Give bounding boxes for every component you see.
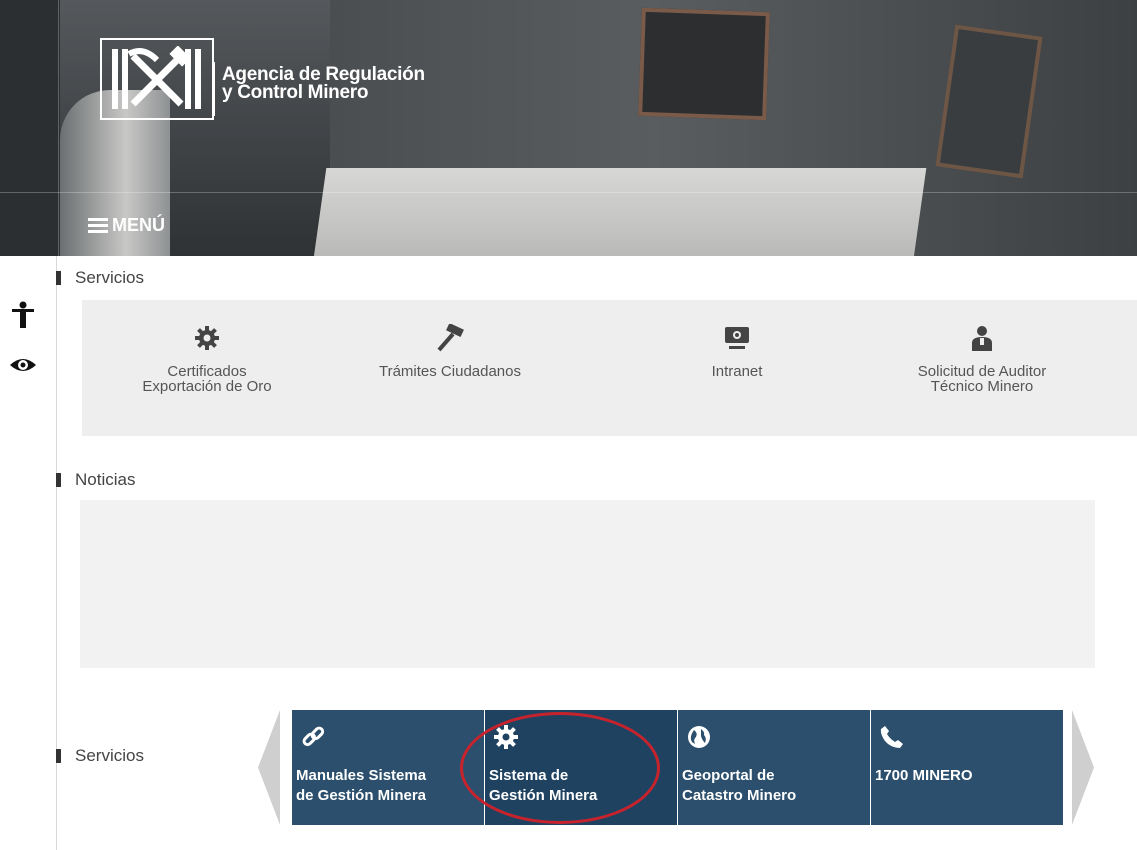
- banner-slab: [313, 168, 927, 256]
- tile-label: Geoportal de Catastro Minero: [682, 766, 796, 806]
- news-panel: [80, 500, 1095, 668]
- phone-icon: [880, 726, 903, 748]
- service-intranet[interactable]: Intranet: [637, 322, 837, 379]
- carousel-prev-arrow[interactable]: [258, 710, 280, 825]
- hammer-icon: [437, 324, 464, 352]
- section-title-servicios-bottom: Servicios: [56, 746, 144, 766]
- header-banner: Agencia de Regulación y Control Minero M…: [0, 0, 1137, 256]
- highlight-circle: [460, 712, 660, 824]
- tile-label-line1: Geoportal de: [682, 767, 775, 784]
- eye-icon[interactable]: [8, 350, 38, 380]
- gear-icon: [195, 326, 219, 350]
- section-marker: [56, 473, 61, 487]
- tile-label-line2: de Gestión Minera: [296, 787, 427, 804]
- org-name: Agencia de Regulación y Control Minero: [222, 65, 425, 103]
- logo-divider: [213, 62, 215, 116]
- menu-label: MENÚ: [112, 215, 165, 235]
- service-label-line1: Certificados: [167, 363, 247, 380]
- carousel-next-arrow[interactable]: [1072, 710, 1094, 825]
- service-certificados[interactable]: Certificados Exportación de Oro: [107, 322, 307, 394]
- globe-icon: [688, 726, 710, 748]
- tile-label: 1700 MINERO: [875, 766, 973, 786]
- section-title-text: Noticias: [75, 470, 136, 489]
- service-label-line1: Trámites Ciudadanos: [378, 363, 521, 380]
- banner-divider-line: [0, 192, 1137, 193]
- servicios-panel: Certificados Exportación de Oro Trámites…: [82, 300, 1137, 436]
- org-logo[interactable]: [100, 38, 214, 120]
- link-icon: [302, 726, 325, 747]
- monitor-icon: [725, 327, 749, 349]
- banner-rock-block: [638, 7, 770, 121]
- section-title-noticias: Noticias: [56, 470, 135, 490]
- service-label-line1: Solicitud de Auditor: [917, 363, 1047, 380]
- section-title-text: Servicios: [75, 746, 144, 765]
- service-label-line2: Exportación de Oro: [142, 378, 272, 395]
- org-name-line2: y Control Minero: [222, 82, 369, 103]
- service-label-line2: Técnico Minero: [930, 378, 1034, 395]
- hamburger-icon: [88, 215, 108, 236]
- section-marker: [56, 749, 61, 763]
- banner-left-shadow: [0, 0, 60, 256]
- service-label-line1: Intranet: [711, 363, 763, 380]
- section-marker: [56, 271, 61, 285]
- tile-label-line2: Catastro Minero: [682, 787, 797, 804]
- tile-label-line1: 1700 MINERO: [875, 767, 973, 784]
- service-solicitud-auditor[interactable]: Solicitud de Auditor Técnico Minero: [877, 322, 1087, 394]
- tile-1700-minero[interactable]: 1700 MINERO: [871, 710, 1063, 825]
- tile-manuales[interactable]: Manuales Sistema de Gestión Minera: [292, 710, 484, 825]
- pickaxe-hammer-icon: [112, 46, 201, 109]
- user-icon: [972, 326, 992, 351]
- banner-divider-line: [58, 0, 59, 256]
- section-title-servicios: Servicios: [56, 268, 144, 288]
- tile-label-line1: Manuales Sistema: [296, 767, 427, 784]
- service-tramites[interactable]: Trámites Ciudadanos: [350, 322, 550, 379]
- tile-label: Manuales Sistema de Gestión Minera: [296, 766, 426, 806]
- menu-button[interactable]: MENÚ: [88, 215, 165, 236]
- tile-geoportal[interactable]: Geoportal de Catastro Minero: [678, 710, 870, 825]
- accessibility-person-icon[interactable]: [8, 300, 38, 330]
- section-title-text: Servicios: [75, 268, 144, 287]
